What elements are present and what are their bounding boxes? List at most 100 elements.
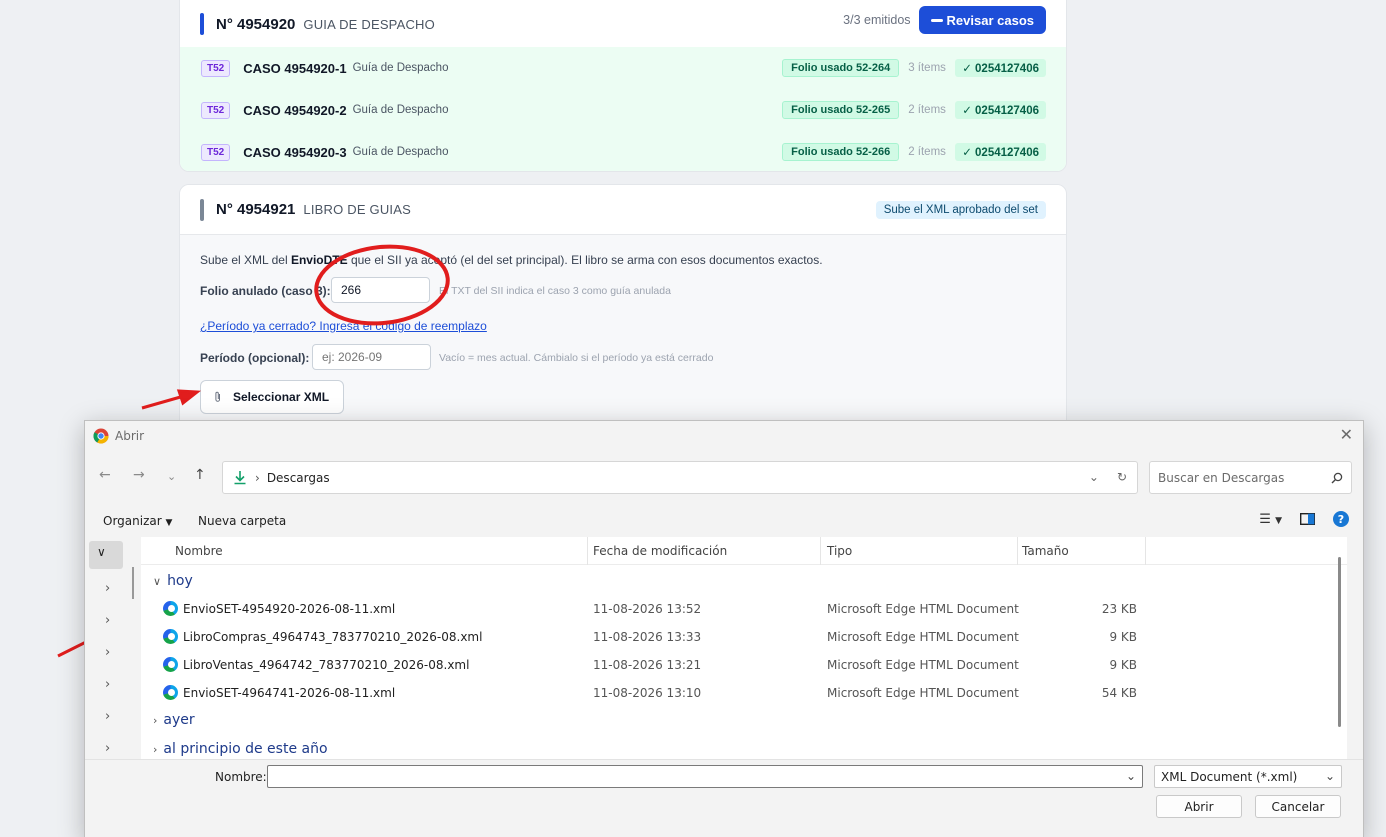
case-rows: T52 CASO 4954920-1 Guía de Despacho Foli… — [180, 47, 1066, 171]
set-number: N° 4954921 — [216, 201, 296, 218]
collapsed-chevron-icon[interactable]: › — [105, 677, 110, 692]
address-dropdown-icon[interactable]: ⌄ — [1089, 470, 1099, 484]
help-icon[interactable]: ? — [1333, 511, 1349, 527]
column-header-row: Nombre Fecha de modificación Tipo Tamaño — [141, 537, 1347, 565]
file-name: EnvioSET-4954920-2026-08-11.xml — [183, 602, 396, 616]
file-type-filter[interactable]: XML Document (*.xml) ⌄ — [1154, 765, 1342, 788]
cancel-button[interactable]: Cancelar — [1255, 795, 1341, 818]
review-cases-button[interactable]: Revisar casos — [918, 6, 1046, 34]
file-name: EnvioSET-4964741-2026-08-11.xml — [183, 686, 396, 700]
item-count: 3 ítems — [908, 62, 946, 74]
file-list-scrollbar[interactable] — [1338, 557, 1341, 727]
address-bar[interactable]: › Descargas ⌄ ↻ — [222, 461, 1138, 494]
nav-scrollbar[interactable] — [132, 567, 134, 599]
breadcrumb-chevron-icon: › — [255, 470, 260, 485]
view-options-icon[interactable]: ☰ ▼ — [1259, 512, 1282, 527]
address-folder: Descargas — [266, 470, 330, 485]
collapsed-chevron-icon[interactable]: › — [105, 645, 110, 660]
case-set-card-4954921: N° 4954921 LIBRO DE GUIAS Sube el XML ap… — [179, 184, 1067, 444]
collapsed-chevron-icon[interactable]: › — [105, 709, 110, 724]
navigation-pane: ∨ › › › › › › — [85, 537, 125, 759]
column-size[interactable]: Tamaño — [1022, 544, 1069, 558]
card-header: N° 4954920 GUIA DE DESPACHO 3/3 emitidos… — [180, 0, 1066, 47]
file-row[interactable]: LibroVentas_4964742_783770210_2026-08.xm… — [141, 651, 1347, 679]
chevron-down-icon[interactable]: ⌄ — [1126, 769, 1136, 783]
file-type-filter-value: XML Document (*.xml) — [1161, 770, 1298, 784]
organize-menu[interactable]: Organizar ▼ — [103, 514, 172, 528]
header-accent-bar — [200, 13, 204, 35]
file-type: Microsoft Edge HTML Document — [827, 658, 1019, 672]
column-name[interactable]: Nombre — [175, 544, 223, 558]
open-file-dialog: Abrir ✕ ← → ⌄ ↑ › Descargas ⌄ ↻ Buscar e… — [84, 420, 1364, 837]
upload-hint-badge: Sube el XML aprobado del set — [875, 201, 1046, 219]
dialog-footer: Nombre: ⌄ XML Document (*.xml) ⌄ Abrir C… — [85, 759, 1363, 837]
folio-annulled-input[interactable] — [331, 277, 430, 303]
collapsed-chevron-icon: › — [153, 742, 158, 756]
new-folder-button[interactable]: Nueva carpeta — [198, 514, 286, 528]
nav-selected-item[interactable] — [89, 541, 123, 569]
file-row[interactable]: EnvioSET-4964741-2026-08-11.xml 11-08-20… — [141, 679, 1347, 707]
case-type: Guía de Despacho — [352, 146, 449, 158]
closed-period-link[interactable]: ¿Período ya cerrado? Ingresa el código d… — [200, 319, 487, 333]
collapsed-chevron-icon[interactable]: › — [105, 581, 110, 596]
group-today[interactable]: ∨ hoy — [153, 573, 193, 589]
case-name: CASO 4954920-3 — [243, 144, 347, 160]
desc-bold: EnvioDTE — [290, 253, 348, 267]
file-size: 54 KB — [1101, 686, 1137, 700]
file-type: Microsoft Edge HTML Document — [827, 602, 1019, 616]
folio-badge: Folio usado 52-264 — [782, 59, 900, 77]
open-button[interactable]: Abrir — [1156, 795, 1242, 818]
file-date: 11-08-2026 13:33 — [593, 630, 702, 644]
forward-arrow-icon[interactable]: → — [133, 467, 145, 483]
upload-description: Sube el XML del EnvioDTE que el SII ya a… — [200, 253, 823, 267]
file-row[interactable]: EnvioSET-4954920-2026-08-11.xml 11-08-20… — [141, 595, 1347, 623]
recent-chevron-icon[interactable]: ⌄ — [167, 470, 176, 483]
set-kind: LIBRO DE GUIAS — [303, 202, 411, 217]
collapsed-chevron-icon[interactable]: › — [105, 741, 110, 756]
desc-text: que el SII ya aceptó (el del set princip… — [347, 253, 823, 267]
track-id-badge: ✓ 0254127406 — [955, 143, 1046, 161]
file-date: 11-08-2026 13:10 — [593, 686, 702, 700]
search-box[interactable]: Buscar en Descargas — [1149, 461, 1352, 494]
edge-file-icon — [163, 601, 178, 616]
group-this-year[interactable]: › al principio de este año — [153, 741, 328, 757]
case-name: CASO 4954920-2 — [243, 102, 347, 118]
case-row: T52 CASO 4954920-3 Guía de Despacho Foli… — [180, 131, 1066, 171]
set-kind: GUIA DE DESPACHO — [303, 16, 435, 32]
up-arrow-icon[interactable]: ↑ — [194, 467, 206, 483]
file-name: LibroCompras_4964743_783770210_2026-08.x… — [183, 630, 483, 644]
filename-label: Nombre: — [215, 770, 267, 784]
download-icon — [234, 471, 246, 485]
refresh-icon[interactable]: ↻ — [1117, 470, 1127, 484]
minus-icon — [930, 18, 943, 22]
file-row[interactable]: LibroCompras_4964743_783770210_2026-08.x… — [141, 623, 1347, 651]
filename-input[interactable]: ⌄ — [267, 765, 1143, 788]
folio-annulled-label: Folio anulado (caso 3): — [200, 284, 331, 298]
edge-file-icon — [163, 657, 178, 672]
case-type: Guía de Despacho — [352, 62, 449, 74]
group-label: ayer — [163, 712, 195, 728]
select-xml-button[interactable]: Seleccionar XML — [200, 380, 345, 414]
preview-pane-icon[interactable] — [1300, 513, 1315, 525]
column-type[interactable]: Tipo — [827, 544, 852, 558]
close-icon[interactable]: ✕ — [1340, 425, 1353, 444]
search-placeholder: Buscar en Descargas — [1158, 470, 1285, 485]
collapsed-chevron-icon[interactable]: › — [105, 613, 110, 628]
expanded-chevron-icon[interactable]: ∨ — [97, 545, 106, 559]
group-label: hoy — [167, 573, 193, 589]
select-xml-label: Seleccionar XML — [233, 390, 330, 404]
period-input[interactable] — [312, 344, 431, 370]
emitted-count: 3/3 emitidos — [843, 13, 911, 27]
column-date[interactable]: Fecha de modificación — [593, 544, 727, 558]
group-label: al principio de este año — [163, 741, 328, 757]
back-arrow-icon[interactable]: ← — [99, 467, 111, 483]
file-date: 11-08-2026 13:21 — [593, 658, 702, 672]
dialog-titlebar: Abrir ✕ — [85, 421, 1363, 451]
collapsed-chevron-icon: › — [153, 713, 158, 727]
item-count: 2 ítems — [908, 146, 946, 158]
group-yesterday[interactable]: › ayer — [153, 712, 195, 728]
edge-file-icon — [163, 629, 178, 644]
track-id-badge: ✓ 0254127406 — [955, 59, 1046, 77]
item-count: 2 ítems — [908, 104, 946, 116]
file-size: 9 KB — [1109, 630, 1137, 644]
